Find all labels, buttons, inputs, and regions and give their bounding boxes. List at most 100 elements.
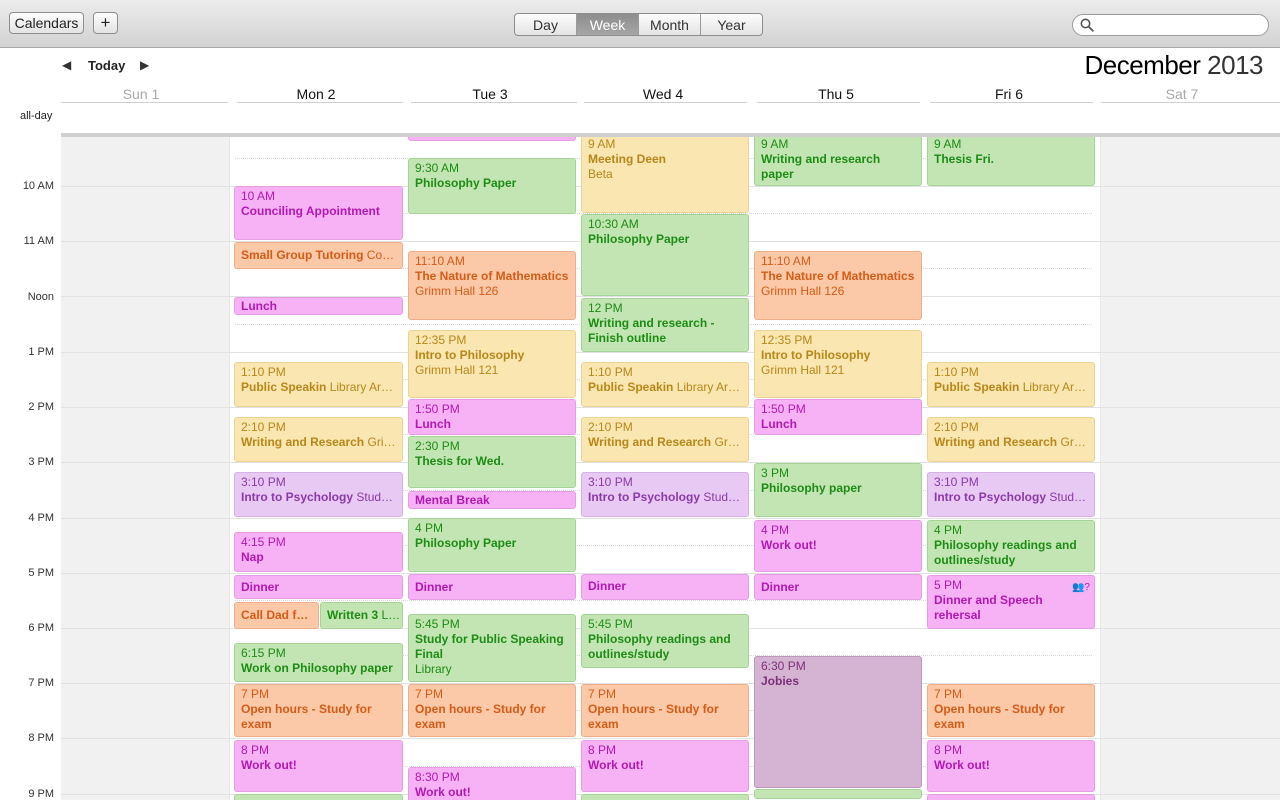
- calendar-event[interactable]: 8 PM Work out!: [234, 740, 403, 792]
- day-header-mon[interactable]: Mon 2: [234, 86, 398, 102]
- calendar-event[interactable]: 8 PM Work out!: [581, 740, 749, 792]
- calendar-event[interactable]: 3:10 PM Intro to Psychology Stud…: [927, 472, 1095, 517]
- allday-row[interactable]: [229, 103, 1100, 133]
- calendar-event[interactable]: 9 AM Thesis Fri.: [927, 137, 1095, 186]
- calendar-event[interactable]: Dinner: [234, 575, 403, 599]
- event-title: Meeting Deen: [588, 152, 667, 166]
- day-header-tue[interactable]: Tue 3: [408, 86, 572, 102]
- add-event-button[interactable]: +: [93, 12, 118, 34]
- calendars-button[interactable]: Calendars: [9, 12, 84, 34]
- calendar-event[interactable]: 11:10 AM The Nature of Mathematics Grimm…: [408, 251, 576, 320]
- event-title: Work out!: [241, 758, 297, 772]
- calendar-event[interactable]: 3:10 PM Intro to Psychology Stud…: [581, 472, 749, 517]
- calendar-event[interactable]: 8 PM Work out!: [927, 740, 1095, 792]
- view-day-button[interactable]: Day: [515, 14, 576, 35]
- calendar-event[interactable]: 4:15 PM Nap: [234, 532, 403, 572]
- calendar-event[interactable]: 1:50 PM Lunch: [408, 399, 576, 435]
- calendar-event[interactable]: 3:10 PM Intro to Psychology Stud…: [234, 472, 403, 517]
- calendar-event[interactable]: 3 PM Philosophy paper: [754, 463, 922, 517]
- calendar-event[interactable]: 7 PM Open hours - Study for exam: [234, 684, 403, 737]
- event-title: Work on Philosophy paper: [241, 661, 393, 675]
- view-week-button[interactable]: Week: [576, 14, 638, 35]
- event-title: Writing and research - Finish outline: [588, 316, 715, 345]
- event-time: 4:15 PM: [241, 535, 286, 549]
- today-button[interactable]: Today: [88, 58, 125, 73]
- view-month-button[interactable]: Month: [638, 14, 700, 35]
- event-time: 8:30 PM: [415, 770, 460, 784]
- calendar-event[interactable]: [581, 794, 749, 800]
- toolbar: Calendars + Day Week Month Year: [0, 0, 1280, 48]
- hour-label: 8 PM: [28, 732, 54, 744]
- calendar-event[interactable]: 1:10 PM Public Speakin Library Ar…: [234, 362, 403, 407]
- calendar-event[interactable]: 2:10 PM Writing and Research Gri…: [234, 417, 403, 462]
- calendar-event[interactable]: 6:15 PM Work on Philosophy paper: [234, 643, 403, 682]
- day-header-sun[interactable]: Sun 1: [59, 86, 223, 102]
- calendar-event[interactable]: [754, 789, 922, 799]
- event-title: Work out!: [761, 538, 817, 552]
- event-time: 9:30 AM: [415, 161, 460, 175]
- calendar-event[interactable]: Lunch: [234, 297, 403, 315]
- calendar-event[interactable]: Small Group Tutoring Co…: [234, 242, 403, 269]
- calendar-event[interactable]: 4 PM Philosophy Paper: [408, 518, 576, 572]
- calendar-event[interactable]: 7 PM Open hours - Study for exam: [408, 684, 576, 737]
- event-time: 9 AM: [588, 137, 616, 151]
- event-title: Open hours - Study for exam: [934, 702, 1065, 731]
- event-title: Dinner: [241, 580, 280, 594]
- day-header-thu[interactable]: Thu 5: [754, 86, 918, 102]
- calendar-event[interactable]: 1:50 PM Lunch: [754, 399, 922, 435]
- calendar-event[interactable]: Written 3 L…: [320, 602, 403, 629]
- calendar-event[interactable]: 9 AM Writing and research paper: [754, 137, 922, 186]
- week-grid[interactable]: 10 AM 11 AM Noon 1 PM 2 PM 3 PM 4 PM 5 P…: [0, 137, 1280, 800]
- calendar-event[interactable]: 4 PM Philosophy readings and outlines/st…: [927, 520, 1095, 572]
- divider: [1101, 102, 1280, 103]
- calendar-event[interactable]: 7 PM Open hours - Study for exam: [581, 684, 749, 737]
- calendar-event[interactable]: 7 PM Open hours - Study for exam: [927, 684, 1095, 737]
- search-field[interactable]: [1072, 14, 1269, 36]
- calendar-event[interactable]: 8:30 PM Work out!: [408, 767, 576, 800]
- day-header-sat[interactable]: Sat 7: [1100, 86, 1264, 102]
- calendar-event[interactable]: 5:45 PM Philosophy readings and outlines…: [581, 614, 749, 668]
- calendar-event[interactable]: 2:10 PM Writing and Research Gr…: [581, 417, 749, 462]
- calendar-event[interactable]: 10 AM Counciling Appointment: [234, 186, 403, 240]
- calendar-event[interactable]: 5:45 PM Study for Public Speaking Final …: [408, 614, 576, 682]
- calendar-event[interactable]: 6:30 PM Jobies: [754, 656, 922, 788]
- event-time: 3 PM: [761, 466, 790, 480]
- calendar-event[interactable]: 12:35 PM Intro to Philosophy Grimm Hall …: [754, 330, 922, 398]
- calendar-event[interactable]: [927, 794, 1095, 800]
- calendar-event[interactable]: Dinner: [754, 574, 922, 600]
- event-time: 5:45 PM: [588, 617, 633, 631]
- calendar-event[interactable]: 12 PM Writing and research - Finish outl…: [581, 298, 749, 352]
- view-year-button[interactable]: Year: [700, 14, 762, 35]
- calendar-event[interactable]: 1:10 PM Public Speakin Library Ar…: [581, 362, 749, 407]
- calendar-event[interactable]: 2:10 PM Writing and Research Gr…: [927, 417, 1095, 462]
- calendar-event[interactable]: Call Dad f…: [234, 602, 319, 629]
- calendar-event[interactable]: Dinner: [581, 574, 749, 600]
- event-time: 9 AM: [761, 137, 789, 151]
- calendar-event[interactable]: 12:35 PM Intro to Philosophy Grimm Hall …: [408, 330, 576, 398]
- calendar-event[interactable]: 1:10 PM Public Speakin Library Ar…: [927, 362, 1095, 407]
- weekend-column-sun[interactable]: [61, 137, 229, 800]
- calendar-event[interactable]: 2:30 PM Thesis for Wed.: [408, 436, 576, 488]
- day-header-fri[interactable]: Fri 6: [927, 86, 1091, 102]
- event-title: Lunch: [761, 417, 797, 431]
- calendar-event[interactable]: 4 PM Work out!: [754, 520, 922, 572]
- calendar-event[interactable]: 10:30 AM Philosophy Paper: [581, 214, 749, 296]
- event-time: 12:35 PM: [415, 333, 467, 347]
- hour-line: [61, 518, 1280, 519]
- weekend-column-sat[interactable]: [1100, 137, 1280, 800]
- calendar-event[interactable]: Dinner: [408, 574, 576, 600]
- day-header-wed[interactable]: Wed 4: [581, 86, 745, 102]
- calendar-event[interactable]: [408, 137, 576, 141]
- previous-week-icon[interactable]: ◀: [62, 58, 71, 72]
- event-time: 2:10 PM: [241, 420, 286, 434]
- calendar-event[interactable]: Mental Break: [408, 491, 576, 509]
- calendar-event[interactable]: 11:10 AM The Nature of Mathematics Grimm…: [754, 251, 922, 320]
- calendar-event[interactable]: [234, 794, 403, 800]
- calendar-event[interactable]: 9:30 AM Philosophy Paper: [408, 158, 576, 214]
- calendar-event[interactable]: 5 PM Dinner and Speech rehersal 👥?: [927, 575, 1095, 629]
- column-divider: [229, 137, 230, 800]
- event-location: Stud…: [356, 490, 394, 504]
- hour-line: [61, 407, 1280, 408]
- next-week-icon[interactable]: ▶: [140, 58, 149, 72]
- calendar-event[interactable]: 9 AM Meeting Deen Beta: [581, 137, 749, 213]
